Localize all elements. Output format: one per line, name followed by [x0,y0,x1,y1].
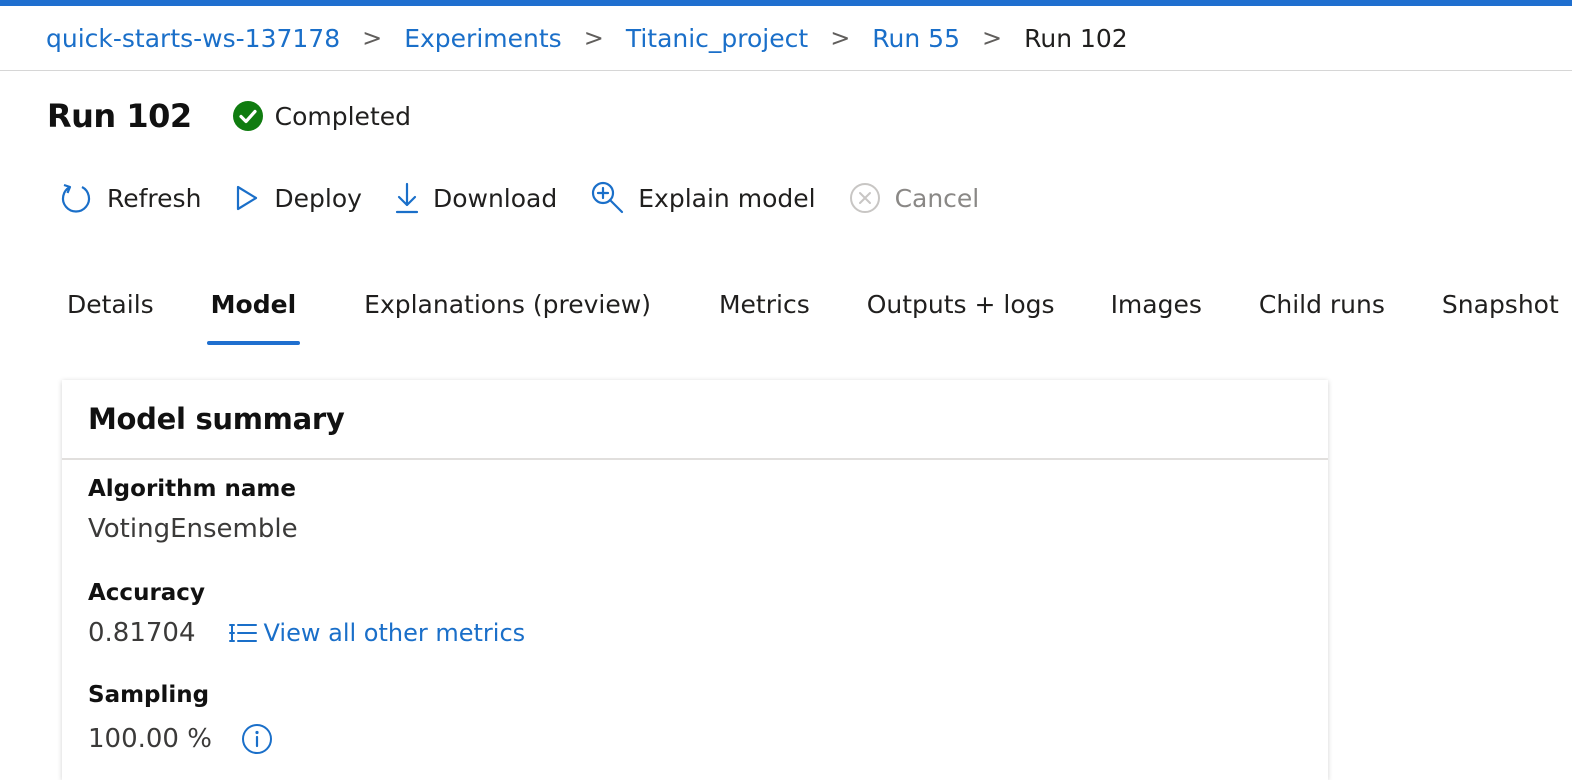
algorithm-name-label: Algorithm name [88,476,296,502]
download-button[interactable]: Download [394,181,557,215]
model-summary-card: Model summary Algorithm name VotingEnsem… [62,380,1328,780]
breadcrumb-workspace[interactable]: quick-starts-ws-137178 [46,24,340,53]
view-all-metrics-label: View all other metrics [263,619,526,647]
tab-outputs-logs-label: Outputs + logs [866,289,1055,319]
tab-explanations[interactable]: Explanations (preview) [364,282,651,326]
checkmark-circle-icon [232,101,263,131]
download-label: Download [432,183,558,213]
sampling-row: 100.00 % [88,722,274,756]
tab-metrics[interactable]: Metrics [719,282,810,326]
algorithm-name-value: VotingEnsemble [88,514,298,544]
command-bar: Refresh Deploy Download Explain model Ca… [58,176,1011,220]
info-icon[interactable] [240,722,274,756]
accuracy-label: Accuracy [88,580,205,606]
run-header: Run 102 Completed [47,94,411,138]
tab-images[interactable]: Images [1111,282,1202,326]
active-tab-indicator [206,341,301,345]
accuracy-value: 0.81704 [88,618,196,648]
tab-images-label: Images [1110,289,1202,319]
refresh-icon [61,183,91,213]
tab-snapshot[interactable]: Snapshot [1442,282,1559,326]
breadcrumb: quick-starts-ws-137178 > Experiments > T… [46,18,1128,58]
chevron-right-icon: > [362,24,383,52]
run-tabs: Details Model Explanations (preview) Met… [67,282,1559,348]
accuracy-row: 0.81704 View all other metrics [88,618,525,648]
chevron-right-icon: > [830,24,851,52]
cancel-button[interactable]: Cancel [848,181,980,215]
deploy-label: Deploy [274,183,362,213]
cancel-circle-icon [849,183,880,213]
explain-model-button[interactable]: Explain model [589,180,816,216]
header-divider [0,70,1572,71]
tab-details[interactable]: Details [67,282,154,326]
breadcrumb-parent-run[interactable]: Run 55 [872,24,960,53]
status-label: Completed [274,101,411,131]
sampling-value: 100.00 % [88,724,212,754]
view-all-metrics-link[interactable]: View all other metrics [228,619,526,647]
tab-details-label: Details [67,289,154,319]
cancel-label: Cancel [894,183,980,213]
tab-child-runs-label: Child runs [1258,289,1385,319]
chevron-right-icon: > [583,24,604,52]
status-badge: Completed [232,100,411,132]
refresh-label: Refresh [107,183,202,213]
tab-outputs-logs[interactable]: Outputs + logs [867,282,1055,326]
breadcrumb-experiments[interactable]: Experiments [404,24,561,53]
tab-child-runs[interactable]: Child runs [1259,282,1385,326]
explain-model-label: Explain model [638,183,816,213]
list-icon [228,624,257,642]
tab-metrics-label: Metrics [718,289,810,319]
deploy-button[interactable]: Deploy [233,182,362,214]
download-icon [395,182,419,214]
card-title: Model summary [62,380,1328,460]
page-title: Run 102 [47,97,192,135]
chevron-right-icon: > [982,24,1003,52]
sampling-label: Sampling [88,682,210,708]
breadcrumb-experiment-titanic[interactable]: Titanic_project [626,24,808,53]
breadcrumb-current-run: Run 102 [1024,23,1128,53]
tab-model[interactable]: Model [206,282,301,345]
top-accent-bar [0,0,1572,6]
tab-model-label: Model [210,289,297,319]
play-icon [237,185,258,211]
tab-snapshot-label: Snapshot [1441,289,1559,319]
zoom-in-icon [592,181,624,214]
tab-explanations-label: Explanations (preview) [364,289,651,319]
refresh-button[interactable]: Refresh [58,180,201,216]
